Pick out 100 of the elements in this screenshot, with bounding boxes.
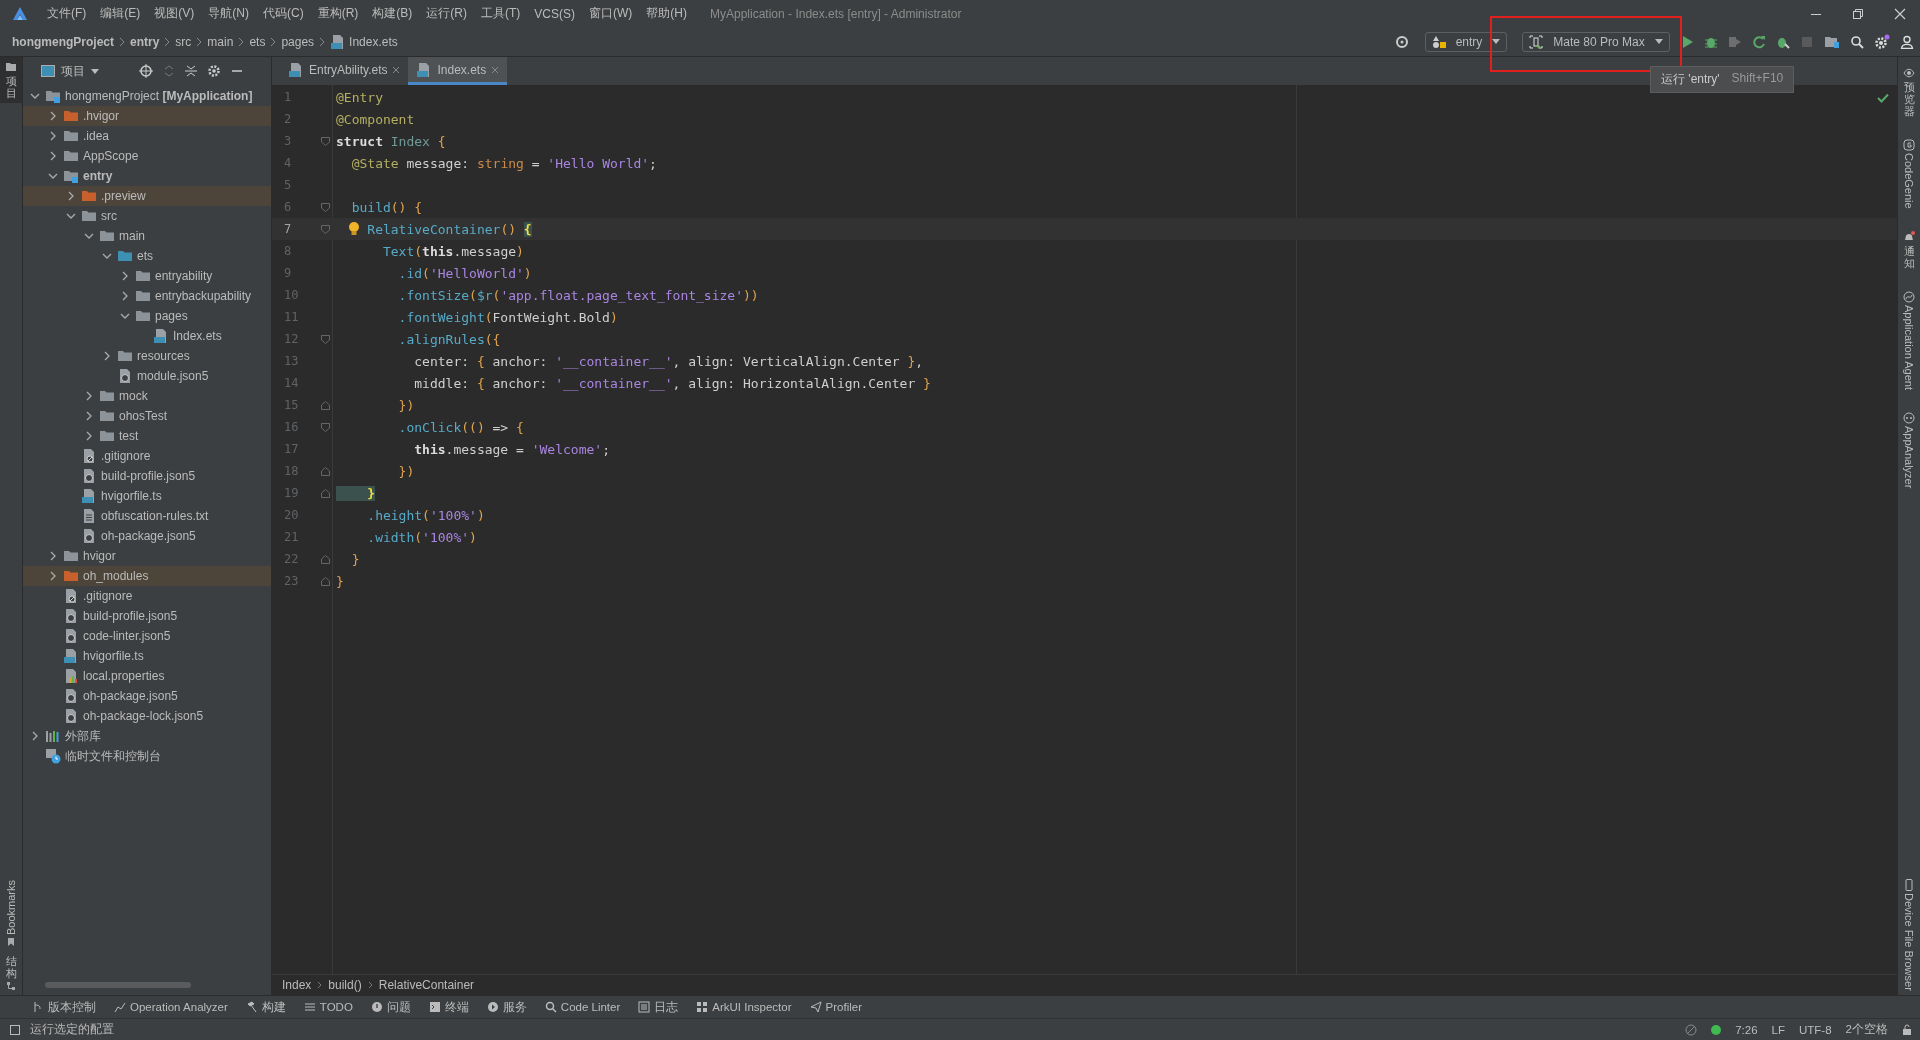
status-item[interactable]: UTF-8 bbox=[1799, 1023, 1832, 1036]
tree-item[interactable]: local.properties bbox=[23, 666, 271, 686]
fold-icon[interactable] bbox=[320, 202, 330, 212]
fold-end-icon[interactable] bbox=[320, 554, 330, 564]
tool-window-tab[interactable]: AppAnalyzer bbox=[1898, 408, 1920, 493]
tree-item[interactable]: entry bbox=[23, 166, 271, 186]
tree-item[interactable]: oh-package.json5 bbox=[23, 686, 271, 706]
tool-window-tab[interactable]: Bookmarks bbox=[0, 875, 22, 951]
editor-tab[interactable]: EntryAbility.ets bbox=[280, 57, 409, 85]
status-item[interactable]: 7:26 bbox=[1735, 1023, 1758, 1036]
fold-icon[interactable] bbox=[320, 334, 330, 344]
target-icon[interactable] bbox=[1395, 34, 1409, 49]
tool-window-button[interactable]: 终端 bbox=[428, 999, 469, 1015]
tree-item[interactable]: entrybackupability bbox=[23, 286, 271, 306]
inspection-icon[interactable] bbox=[1685, 1023, 1698, 1036]
breadcrumb[interactable]: src bbox=[175, 34, 192, 49]
editor-tab[interactable]: Index.ets bbox=[408, 57, 508, 85]
locate-icon[interactable] bbox=[139, 64, 153, 78]
settings-icon[interactable] bbox=[207, 64, 221, 78]
tree-item[interactable]: hvigorfile.ts bbox=[23, 646, 271, 666]
tree-item[interactable]: hongmengProject [MyApplication] bbox=[23, 86, 271, 106]
tool-window-tab[interactable]: Application Agent bbox=[1898, 287, 1920, 395]
close-icon[interactable] bbox=[392, 65, 401, 74]
status-item[interactable]: 2个空格 bbox=[1845, 1022, 1888, 1037]
fold-end-icon[interactable] bbox=[320, 400, 330, 410]
menu-item[interactable]: 构建(B) bbox=[365, 5, 420, 22]
tree-item[interactable]: test bbox=[23, 426, 271, 446]
user-icon[interactable] bbox=[1900, 34, 1914, 49]
tree-item[interactable]: oh-package.json5 bbox=[23, 526, 271, 546]
breadcrumb[interactable]: hongmengProject bbox=[12, 34, 114, 49]
rerun-icon[interactable] bbox=[1752, 34, 1766, 49]
tool-window-button[interactable]: 服务 bbox=[486, 999, 527, 1015]
tree-item[interactable]: .idea bbox=[23, 126, 271, 146]
tool-window-tab[interactable]: 结构 bbox=[0, 950, 22, 995]
search-icon[interactable] bbox=[1850, 34, 1864, 49]
lock-icon[interactable] bbox=[1902, 1023, 1912, 1036]
menu-item[interactable]: 重构(R) bbox=[310, 5, 366, 22]
tool-window-button[interactable]: 版本控制 bbox=[32, 999, 96, 1015]
tree-item[interactable]: module.json5 bbox=[23, 366, 271, 386]
status-item[interactable]: LF bbox=[1771, 1023, 1785, 1036]
tool-window-tab[interactable]: Device File Browser bbox=[1898, 875, 1920, 995]
restore-icon[interactable] bbox=[1852, 7, 1864, 20]
tree-item[interactable]: obfuscation-rules.txt bbox=[23, 506, 271, 526]
menu-item[interactable]: 帮助(H) bbox=[639, 5, 694, 22]
fold-end-icon[interactable] bbox=[320, 576, 330, 586]
menu-item[interactable]: 窗口(W) bbox=[582, 5, 640, 22]
tree-item[interactable]: build-profile.json5 bbox=[23, 466, 271, 486]
tree-item[interactable]: .gitignore bbox=[23, 586, 271, 606]
tree-item[interactable]: ets bbox=[23, 246, 271, 266]
tree-item[interactable]: .preview bbox=[23, 186, 271, 206]
menu-item[interactable]: 工具(T) bbox=[474, 5, 528, 22]
menu-item[interactable]: 视图(V) bbox=[147, 5, 202, 22]
tree-item[interactable]: hvigor bbox=[23, 546, 271, 566]
tool-window-button[interactable]: 构建 bbox=[245, 999, 286, 1015]
tool-window-button[interactable]: TODO bbox=[303, 1001, 353, 1013]
tree-item[interactable]: .hvigor bbox=[23, 106, 271, 126]
fold-icon[interactable] bbox=[320, 422, 330, 432]
scrollbar-thumb[interactable] bbox=[45, 982, 191, 988]
tree-item[interactable]: mock bbox=[23, 386, 271, 406]
device-manager-icon[interactable] bbox=[1824, 34, 1840, 49]
breadcrumb[interactable]: main bbox=[207, 34, 234, 49]
tool-window-button[interactable]: Operation Analyzer bbox=[114, 1001, 228, 1013]
tree-item[interactable]: Index.ets bbox=[23, 326, 271, 346]
tree-item[interactable]: ohosTest bbox=[23, 406, 271, 426]
tree-item[interactable]: code-linter.json5 bbox=[23, 626, 271, 646]
device-dropdown[interactable]: Mate 80 Pro Max bbox=[1522, 31, 1670, 52]
breadcrumb[interactable]: ets bbox=[249, 34, 266, 49]
tool-window-tab[interactable]: CodeGenie bbox=[1898, 135, 1920, 213]
tree-item[interactable]: main bbox=[23, 226, 271, 246]
run-icon[interactable] bbox=[1680, 34, 1694, 49]
menu-item[interactable]: 导航(N) bbox=[201, 5, 256, 22]
tree-item[interactable]: 外部库 bbox=[23, 726, 271, 746]
tree-item[interactable]: oh_modules bbox=[23, 566, 271, 586]
breadcrumb[interactable]: build() bbox=[328, 978, 362, 992]
tool-window-tab[interactable]: 预览器 bbox=[1898, 63, 1920, 122]
tool-window-button[interactable]: Profiler bbox=[809, 1001, 862, 1013]
tool-window-tab[interactable]: 通知 bbox=[1898, 226, 1920, 274]
tree-item[interactable]: pages bbox=[23, 306, 271, 326]
tree-item[interactable]: hvigorfile.ts bbox=[23, 486, 271, 506]
tree-item[interactable]: build-profile.json5 bbox=[23, 606, 271, 626]
tree-item[interactable]: src bbox=[23, 206, 271, 226]
tool-window-button[interactable]: 日志 bbox=[638, 999, 679, 1015]
breadcrumb[interactable]: RelativeContainer bbox=[378, 978, 475, 992]
breadcrumb[interactable]: Index bbox=[282, 978, 312, 992]
tree-item[interactable]: AppScope bbox=[23, 146, 271, 166]
tool-window-button[interactable]: 问题 bbox=[370, 999, 411, 1015]
fold-icon[interactable] bbox=[320, 136, 330, 146]
tree-item[interactable]: entryability bbox=[23, 266, 271, 286]
fold-end-icon[interactable] bbox=[320, 466, 330, 476]
collapse-all-icon[interactable] bbox=[185, 65, 197, 77]
tool-window-button[interactable]: ArkUI Inspector bbox=[696, 1001, 792, 1013]
tree-item[interactable]: .gitignore bbox=[23, 446, 271, 466]
menu-item[interactable]: VCS(S) bbox=[527, 6, 582, 21]
run-configuration-dropdown[interactable]: entry bbox=[1425, 31, 1507, 52]
breadcrumb[interactable]: pages bbox=[281, 34, 315, 49]
settings-icon[interactable] bbox=[1874, 33, 1890, 50]
close-icon[interactable] bbox=[1894, 7, 1906, 20]
lightbulb-icon[interactable] bbox=[348, 222, 360, 236]
breadcrumb[interactable]: entry bbox=[130, 34, 160, 49]
tool-window-tab[interactable]: 项目 bbox=[0, 57, 22, 104]
